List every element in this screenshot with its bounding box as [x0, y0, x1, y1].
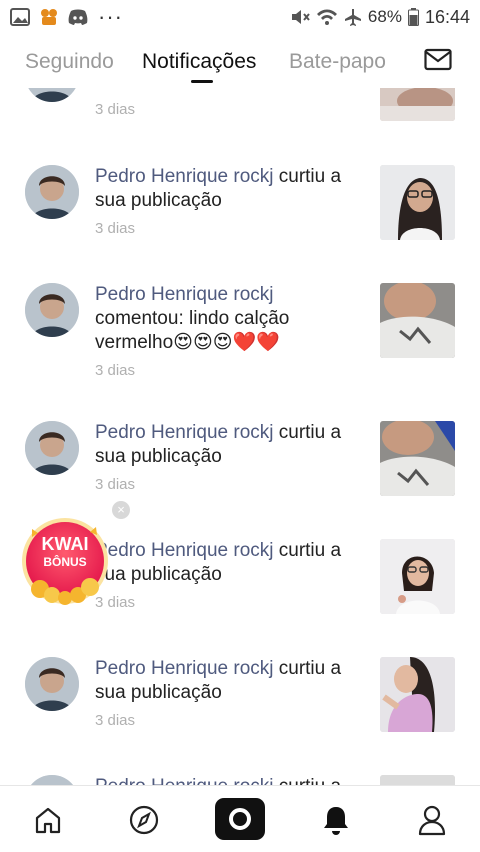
post-thumbnail[interactable] — [380, 283, 455, 358]
post-thumbnail[interactable] — [380, 165, 455, 240]
list-item[interactable]: Pedro Henrique rockj curtiu a sua public… — [0, 165, 480, 265]
list-item[interactable]: Pedro Henrique rockj curtiu a sua public… — [0, 657, 480, 757]
discord-icon — [68, 9, 88, 25]
avatar[interactable] — [25, 88, 79, 102]
camera-icon[interactable] — [215, 798, 265, 840]
avatar[interactable] — [25, 283, 79, 337]
notification-action: curtiu a — [273, 776, 341, 785]
post-thumbnail[interactable] — [380, 421, 455, 496]
discover-icon[interactable] — [126, 802, 162, 838]
bell-icon[interactable] — [318, 802, 354, 838]
time-label: 3 dias — [95, 594, 136, 611]
post-thumbnail[interactable] — [380, 539, 455, 614]
kwai-bonus-subtitle: BÔNUS — [43, 555, 87, 569]
status-bar: ··· 68% 16:44 — [0, 0, 480, 34]
kwai-bonus-close-button[interactable]: × — [112, 501, 130, 519]
gallery-icon — [10, 8, 30, 26]
more-notifications-dots: ··· — [98, 4, 123, 29]
mute-icon — [290, 8, 310, 26]
list-item[interactable]: 3 dias — [0, 88, 480, 128]
wifi-icon — [316, 8, 338, 26]
time-label: 3 dias — [95, 101, 136, 118]
time-label: 3 dias — [95, 712, 136, 729]
notification-comment: comentou: lindo calção vermelho😍😍😍❤️❤️ — [95, 308, 290, 353]
avatar[interactable] — [25, 165, 79, 219]
time-label: 3 dias — [95, 476, 136, 493]
post-thumbnail[interactable] — [380, 775, 455, 785]
kwai-bonus-title: KWAI — [41, 534, 89, 554]
bottom-nav — [0, 785, 480, 852]
airplane-icon — [344, 8, 362, 26]
clock: 16:44 — [424, 6, 470, 27]
home-icon[interactable] — [30, 802, 66, 838]
avatar[interactable] — [25, 775, 79, 785]
list-item[interactable]: Pedro Henrique rockj curtiu a sua public… — [0, 421, 480, 521]
list-item[interactable]: Pedro Henrique rockj comentou: lindo cal… — [0, 283, 480, 393]
active-tab-indicator — [191, 80, 213, 83]
list-item[interactable]: Pedro Henrique rockj curtiu a — [0, 775, 480, 785]
tab-bate-papo[interactable]: Bate-papo — [289, 50, 386, 74]
notification-username[interactable]: Pedro Henrique rockj — [95, 166, 273, 187]
notification-username[interactable]: Pedro Henrique rockj — [95, 422, 273, 443]
battery-icon — [407, 8, 419, 26]
time-label: 3 dias — [95, 220, 136, 237]
tab-seguindo[interactable]: Seguindo — [25, 50, 114, 74]
top-tabs: Seguindo Notificações Bate-papo — [0, 38, 480, 88]
notification-username[interactable]: Pedro Henrique rockj — [95, 284, 273, 305]
kwai-bonus-widget[interactable]: KWAI BÔNUS — [20, 515, 110, 605]
notifications-list: 3 dias Pedro Henrique rockj curtiu a sua… — [0, 88, 480, 785]
kwai-notification-icon — [40, 8, 58, 26]
notification-username[interactable]: Pedro Henrique rockj — [95, 658, 273, 679]
avatar[interactable] — [25, 657, 79, 711]
profile-icon[interactable] — [414, 802, 450, 838]
time-label: 3 dias — [95, 362, 136, 379]
post-thumbnail[interactable] — [380, 657, 455, 732]
tab-notificacoes[interactable]: Notificações — [142, 50, 256, 74]
post-thumbnail[interactable] — [380, 88, 455, 121]
avatar[interactable] — [25, 421, 79, 475]
notification-username[interactable]: Pedro Henrique rockj — [95, 776, 273, 785]
mail-icon[interactable] — [424, 48, 452, 72]
notification-username[interactable]: Pedro Henrique rockj — [95, 540, 273, 561]
battery-percent: 68% — [367, 7, 402, 26]
